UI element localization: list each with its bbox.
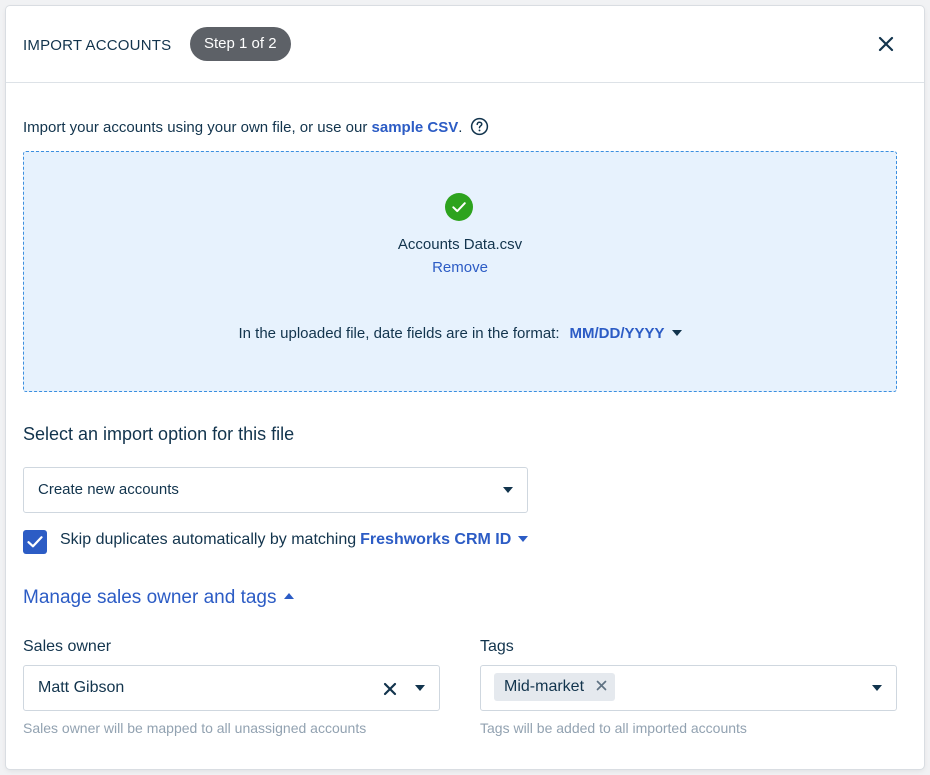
match-field-dropdown[interactable]: Freshworks CRM ID [360, 531, 529, 548]
tag-chip: Mid-market [494, 673, 616, 701]
help-circle-icon[interactable] [470, 117, 489, 140]
import-option-select[interactable]: Create new accounts [23, 467, 528, 513]
match-field-value[interactable]: Freshworks CRM ID [360, 531, 511, 548]
remove-file-link[interactable]: Remove [24, 259, 896, 276]
step-badge: Step 1 of 2 [190, 27, 291, 61]
caret-down-icon[interactable] [872, 685, 882, 691]
skip-duplicates-row: Skip duplicates automatically by matchin… [60, 531, 529, 549]
manage-owner-tags-label[interactable]: Manage sales owner and tags [23, 587, 277, 608]
checkmark-icon [27, 536, 43, 548]
skip-duplicates-label: Skip duplicates automatically by matchin… [60, 531, 357, 548]
import-accounts-modal: IMPORT ACCOUNTS Step 1 of 2 Import your … [6, 6, 924, 769]
import-option-title: Select an import option for this file [23, 424, 295, 444]
close-button[interactable] [874, 32, 898, 56]
tags-select[interactable]: Mid-market [480, 665, 897, 711]
date-format-value[interactable]: MM/DD/YYYY [570, 325, 665, 342]
manage-owner-tags-toggle[interactable]: Manage sales owner and tags [23, 587, 294, 609]
tags-hint: Tags will be added to all imported accou… [480, 720, 747, 736]
sales-owner-hint: Sales owner will be mapped to all unassi… [23, 720, 367, 736]
import-option-value: Create new accounts [38, 481, 179, 498]
modal-header: IMPORT ACCOUNTS Step 1 of 2 [6, 6, 924, 83]
caret-down-icon [518, 536, 529, 542]
intro-suffix: . [458, 119, 463, 136]
skip-duplicates-checkbox[interactable] [23, 530, 47, 554]
intro-text: Import your accounts using your own file… [23, 117, 489, 140]
close-icon [878, 36, 894, 52]
sales-owner-value: Matt Gibson [38, 679, 125, 696]
caret-down-icon[interactable] [415, 685, 425, 691]
tags-label: Tags [480, 638, 514, 655]
intro-label: Import your accounts using your own file… [23, 119, 372, 136]
tag-remove-icon[interactable] [596, 680, 607, 691]
date-format-dropdown[interactable]: MM/DD/YYYY [570, 325, 682, 342]
caret-up-icon [283, 593, 294, 599]
sample-csv-link[interactable]: sample CSV [372, 119, 459, 136]
date-format-row: In the uploaded file, date fields are in… [24, 325, 896, 342]
tag-chip-label: Mid-market [504, 678, 585, 695]
upload-dropzone[interactable]: Accounts Data.csv Remove In the uploaded… [23, 151, 897, 392]
caret-down-icon [503, 487, 513, 493]
sales-owner-label: Sales owner [23, 638, 112, 655]
date-format-label: In the uploaded file, date fields are in… [238, 325, 560, 342]
modal-title: IMPORT ACCOUNTS [23, 37, 172, 54]
check-circle-icon [445, 193, 473, 221]
remove-file-label[interactable]: Remove [432, 259, 488, 276]
sales-owner-select[interactable]: Matt Gibson [23, 665, 440, 711]
clear-x-icon[interactable] [383, 682, 397, 696]
uploaded-file-name: Accounts Data.csv [397, 236, 523, 253]
caret-down-icon [671, 330, 682, 336]
